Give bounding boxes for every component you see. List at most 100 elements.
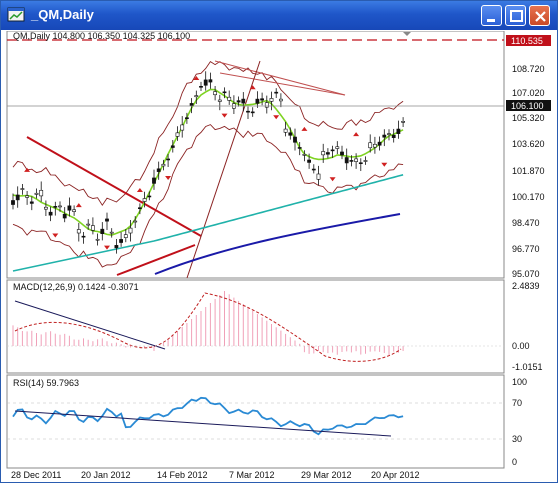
candle-body: [368, 142, 373, 149]
price-tick: 100.170: [512, 192, 545, 202]
close-icon: [535, 11, 546, 22]
title-bar[interactable]: _QM,Daily: [1, 1, 557, 30]
candle-body: [25, 195, 30, 198]
window-title: _QM,Daily: [31, 7, 94, 22]
candle-body: [354, 158, 359, 162]
candle-body: [217, 99, 222, 102]
candle-body: [311, 168, 316, 171]
candle-body: [194, 95, 199, 98]
candle-body: [316, 173, 321, 180]
candle-body: [128, 227, 133, 234]
main-panel-frame: [6, 30, 505, 279]
candle-body: [43, 206, 48, 210]
candle-body: [123, 234, 128, 238]
candle-body: [53, 206, 58, 208]
candle-body: [199, 86, 203, 88]
candle-body: [227, 96, 232, 101]
date-label: 20 Jan 2012: [81, 470, 131, 480]
chart-window: _QM,Daily QM,Daily 104.800 106.350 104.3…: [0, 0, 558, 483]
candle-body: [246, 110, 250, 113]
price-tick: 105.320: [512, 113, 545, 123]
chart-area[interactable]: QM,Daily 104.800 106.350 104.325 106.100…: [5, 30, 555, 482]
close-button[interactable]: [529, 5, 550, 26]
time-axis: 28 Dec 2011 20 Jan 2012 14 Feb 2012 7 Mar 2…: [11, 470, 420, 480]
minimize-button[interactable]: [481, 5, 502, 26]
candle-body: [222, 91, 227, 94]
price-tick: 108.720: [512, 64, 545, 74]
candle-body: [20, 188, 25, 190]
candle-body: [377, 141, 382, 146]
candle-body: [260, 98, 265, 101]
candle-body: [391, 134, 396, 138]
rsi-tick-70: 70: [512, 398, 522, 408]
candle-body: [152, 177, 156, 184]
candle-body: [95, 238, 100, 241]
macd-tick-zero: 0.00: [512, 341, 530, 351]
candle-body: [255, 98, 260, 104]
candle-body: [293, 136, 297, 143]
candle-body: [302, 154, 307, 156]
candle-body: [15, 194, 20, 201]
candle-body: [283, 128, 288, 133]
candle-body: [241, 98, 246, 104]
candle-body: [330, 149, 335, 152]
price-tick: 98.470: [512, 218, 540, 228]
macd-header: MACD(12,26,9) 0.1424 -0.3071: [13, 282, 139, 292]
candle-body: [335, 146, 340, 149]
minimize-icon: [487, 19, 495, 22]
price-tick: 107.020: [512, 88, 545, 98]
candle-body: [86, 223, 91, 226]
candle-body: [307, 159, 312, 163]
candle-body: [105, 218, 109, 222]
candle-body: [236, 100, 241, 103]
candle-body: [349, 160, 354, 162]
candle-body: [358, 162, 363, 165]
candle-body: [185, 117, 189, 119]
rsi-header: RSI(14) 59.7963: [13, 378, 79, 388]
price-tick: 101.870: [512, 166, 545, 176]
candle-body: [274, 91, 279, 94]
candle-body: [161, 163, 166, 167]
candle-body: [396, 128, 401, 134]
candle-body: [72, 209, 77, 212]
date-label: 7 Mar 2012: [229, 470, 275, 480]
candle-body: [76, 229, 81, 234]
candle-body: [208, 79, 213, 83]
price-chart-svg[interactable]: QM,Daily 104.800 106.350 104.325 106.100…: [5, 30, 555, 482]
macd-tick-top: 2.4839: [512, 281, 540, 291]
candle-body: [278, 98, 283, 102]
candle-body: [387, 133, 391, 135]
candle-body: [213, 91, 218, 96]
candle-body: [39, 189, 44, 197]
macd-panel-frame: [6, 279, 505, 374]
candle-body: [382, 134, 387, 138]
candle-body: [170, 145, 175, 148]
candle-body: [67, 205, 72, 211]
candle-body: [142, 198, 147, 202]
chart-window-icon: [7, 7, 25, 23]
candle-body: [91, 225, 95, 231]
candle-body: [62, 213, 67, 219]
macd-tick-bottom: -1.0151: [512, 362, 543, 372]
price-axis: 108.720 107.020 105.320 103.620 101.870 100.1…: [512, 64, 545, 279]
date-label: 29 Mar 2012: [301, 470, 352, 480]
price-tick: 103.620: [512, 139, 545, 149]
candle-body: [321, 151, 326, 156]
candle-body: [189, 103, 194, 106]
date-label: 28 Dec 2011: [11, 470, 61, 480]
candle-body: [340, 151, 344, 156]
rsi-tick-100: 100: [512, 377, 527, 387]
date-label: 20 Apr 2012: [371, 470, 420, 480]
rsi-tick-30: 30: [512, 434, 522, 444]
price-label-top: 110.535: [511, 36, 543, 46]
candle-body: [133, 220, 138, 223]
candle-body: [147, 195, 152, 198]
candle-body: [344, 157, 349, 164]
candle-body: [119, 239, 124, 243]
candle-body: [48, 211, 53, 216]
candle-body: [180, 124, 185, 131]
restore-button[interactable]: [505, 5, 526, 26]
candle-body: [175, 132, 180, 137]
candle-body: [203, 79, 208, 86]
candle-body: [156, 168, 161, 172]
